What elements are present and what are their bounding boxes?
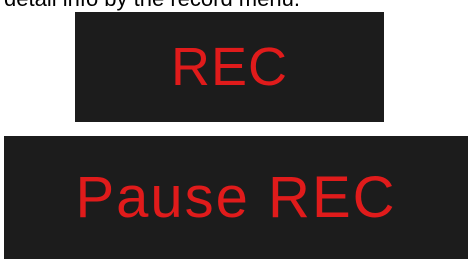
rec-indicator-panel: REC (75, 12, 384, 122)
rec-indicator-label: REC (170, 37, 288, 97)
caption-text: detail info by the record menu. (4, 0, 300, 12)
pause-rec-indicator-label: Pause REC (75, 165, 397, 230)
pause-rec-indicator-panel: Pause REC (4, 136, 468, 259)
